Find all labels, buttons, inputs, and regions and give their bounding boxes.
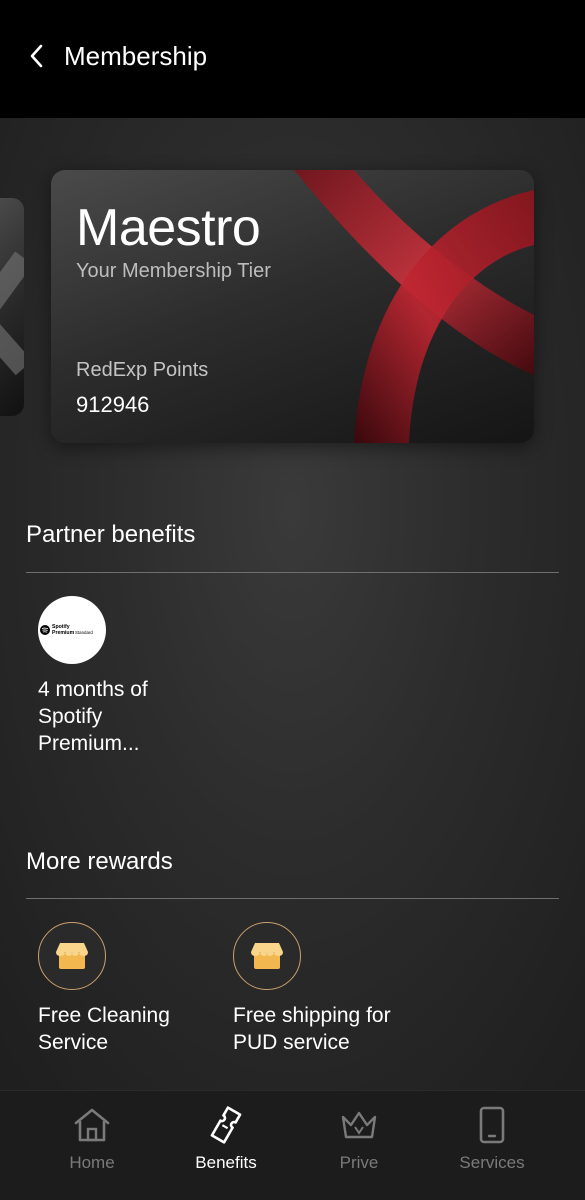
nav-prive[interactable]: Prive (286, 1091, 432, 1200)
crown-icon (341, 1111, 377, 1139)
membership-tier-card[interactable]: Maestro Your Membership Tier RedExp Poin… (51, 170, 534, 443)
nav-home[interactable]: Home (19, 1091, 165, 1200)
spotify-icon: Spotify Premium Standard (40, 624, 93, 636)
spotify-logo-line2: Premium (52, 630, 75, 636)
divider (26, 898, 559, 899)
card-art-fragment (0, 251, 24, 376)
nav-services[interactable]: Services (419, 1091, 565, 1200)
ticket-icon (210, 1106, 242, 1144)
back-button[interactable] (22, 40, 52, 72)
points-label: RedExp Points (76, 359, 209, 381)
store-icon (251, 943, 283, 969)
partner-benefits-title: Partner benefits (26, 521, 196, 548)
nav-label: Home (69, 1153, 115, 1172)
points-value: 912946 (76, 392, 150, 417)
home-icon (74, 1108, 110, 1142)
nav-label: Prive (339, 1153, 379, 1172)
previous-tier-card[interactable] (0, 198, 24, 416)
bottom-nav: Home Benefits Prive Services (0, 1090, 585, 1200)
nav-label: Benefits (195, 1153, 257, 1172)
more-rewards-title: More rewards (26, 848, 173, 875)
page-title: Membership (64, 41, 208, 71)
tier-subtitle: Your Membership Tier (76, 260, 271, 282)
nav-benefits[interactable]: Benefits (153, 1091, 299, 1200)
divider (26, 572, 559, 573)
main-content[interactable]: Maestro Your Membership Tier RedExp Poin… (0, 118, 585, 1090)
spotify-logo-line3: Standard (75, 630, 93, 635)
reward-logo (38, 922, 106, 990)
benefit-spotify[interactable]: Spotify Premium Standard 4 months of Spo… (38, 596, 198, 757)
reward-cleaning[interactable]: Free Cleaning Service (38, 922, 198, 1056)
nav-label: Services (459, 1153, 525, 1172)
reward-text: Free Cleaning Service (38, 1004, 170, 1054)
phone-icon (479, 1106, 505, 1144)
card-ribbon-art (294, 170, 534, 443)
chevron-left-icon (30, 44, 43, 68)
benefit-text: 4 months of Spotify Premium... (38, 678, 148, 755)
store-icon (56, 943, 88, 969)
reward-text: Free shipping for PUD service (233, 1004, 391, 1054)
reward-shipping[interactable]: Free shipping for PUD service (233, 922, 393, 1056)
spotify-logo: Spotify Premium Standard (38, 596, 106, 664)
tier-name: Maestro (76, 199, 261, 257)
app-header: Membership (0, 0, 585, 118)
reward-logo (233, 922, 301, 990)
